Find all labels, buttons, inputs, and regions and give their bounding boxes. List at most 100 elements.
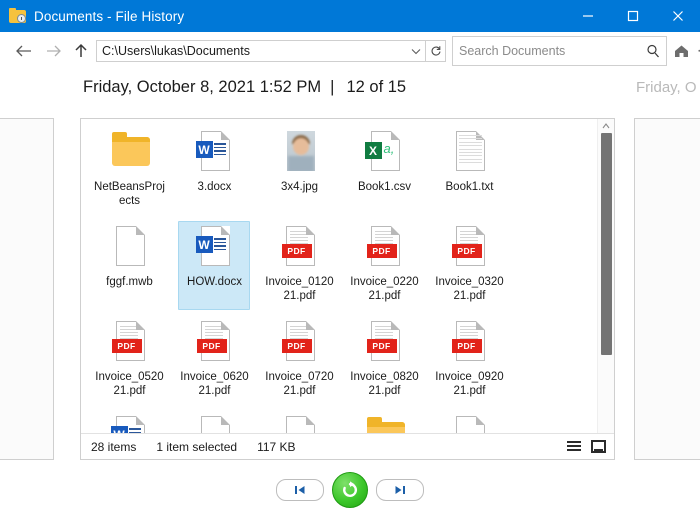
file-item[interactable]: NetBeansProjects — [87, 125, 172, 220]
next-version-date: Friday, O — [636, 79, 697, 96]
search-icon[interactable] — [640, 44, 666, 58]
file-item[interactable]: W 3.docx — [172, 125, 257, 220]
restore-icon[interactable] — [332, 472, 368, 508]
file-item[interactable]: Main_key.jks — [257, 410, 342, 433]
details-view-icon[interactable] — [562, 436, 586, 458]
csv-marker: a, — [384, 141, 395, 156]
file-name: Invoice_082021.pdf — [348, 371, 422, 398]
file-name: HOW.docx — [178, 276, 252, 290]
vertical-scrollbar[interactable] — [597, 119, 614, 433]
file-name: Book1.txt — [433, 181, 507, 195]
file-item[interactable]: Wjpg.docx — [87, 410, 172, 433]
blank-document-icon — [456, 416, 485, 433]
title-bar: Documents - File History — [0, 0, 700, 32]
file-icon-box: PDF — [276, 319, 324, 367]
refresh-icon[interactable] — [426, 40, 446, 62]
pdf-badge: PDF — [452, 244, 482, 258]
address-bar[interactable]: C:\Users\lukas\Documents — [96, 40, 426, 62]
file-item[interactable]: PDF Invoice_072021.pdf — [257, 315, 342, 410]
back-arrow-icon[interactable] — [8, 36, 38, 66]
selection-status: 1 item selected — [156, 440, 237, 454]
file-item[interactable]: Book1.txt — [427, 125, 512, 220]
next-version-icon[interactable] — [376, 479, 424, 501]
folder-icon — [367, 422, 405, 433]
file-name: Book1.csv — [348, 181, 422, 195]
forward-arrow-icon[interactable] — [38, 36, 68, 66]
file-icon-box: PDF — [106, 319, 154, 367]
word-badge: W — [196, 236, 213, 253]
scrollbar-thumb[interactable] — [601, 133, 612, 355]
file-item[interactable]: Xa, Book1.csv — [342, 125, 427, 220]
file-icon-box — [276, 129, 324, 177]
search-placeholder: Search Documents — [453, 44, 640, 58]
scroll-up-arrow-icon[interactable] — [598, 119, 614, 133]
file-icon-box — [106, 224, 154, 272]
selection-size: 117 KB — [257, 440, 295, 454]
file-name: Invoice_032021.pdf — [433, 276, 507, 303]
file-item[interactable] — [427, 410, 512, 433]
file-item[interactable]: PDF Invoice_092021.pdf — [427, 315, 512, 410]
version-date-line: Friday, October 8, 2021 1:52 PM|12 of 15 — [83, 78, 406, 97]
address-value: C:\Users\lukas\Documents — [97, 44, 407, 58]
chevron-down-icon[interactable] — [407, 48, 425, 55]
file-item[interactable]: PDF Invoice_052021.pdf — [87, 315, 172, 410]
status-bar: 28 items 1 item selected 117 KB — [81, 433, 614, 459]
file-grid-wrapper: NetBeansProjects W 3.docx 3x4.jpg Xa, Book1.c… — [81, 119, 614, 433]
file-icon-box: W — [106, 414, 154, 433]
version-date: Friday, October 8, 2021 1:52 PM — [83, 78, 321, 96]
large-icons-view-icon[interactable] — [586, 436, 610, 458]
blank-document-icon — [116, 226, 145, 266]
file-icon-box — [191, 414, 239, 433]
file-item[interactable]: Key-2021.jks — [172, 410, 257, 433]
file-icon-box: PDF — [361, 319, 409, 367]
file-name: Invoice_092021.pdf — [433, 371, 507, 398]
version-stage: NetBeansProjects W 3.docx 3x4.jpg Xa, Book1.c… — [0, 114, 700, 468]
file-item[interactable]: PDFInvoice_022021.pdf — [342, 220, 427, 315]
file-icon-box — [106, 129, 154, 177]
item-count: 28 items — [91, 440, 136, 454]
header-separator: | — [330, 78, 334, 96]
file-item[interactable]: PDF Invoice_062021.pdf — [172, 315, 257, 410]
file-item[interactable]: PDF Invoice_032021.pdf — [427, 220, 512, 315]
next-version-panel[interactable] — [634, 118, 700, 460]
pdf-badge: PDF — [367, 339, 397, 353]
file-name: 3.docx — [178, 181, 252, 195]
blank-document-icon — [201, 416, 230, 433]
excel-badge: X — [365, 142, 382, 159]
file-icon-box — [276, 414, 324, 433]
pdf-badge: PDF — [112, 339, 142, 353]
current-version-panel: NetBeansProjects W 3.docx 3x4.jpg Xa, Book1.c… — [80, 118, 615, 460]
file-name: Invoice_062021.pdf — [178, 371, 252, 398]
toolbar-actions — [671, 41, 700, 61]
file-icon-box: Xa, — [361, 129, 409, 177]
file-name: Invoice_052021.pdf — [93, 371, 167, 398]
previous-version-icon[interactable] — [276, 479, 324, 501]
word-badge: W — [111, 426, 128, 433]
file-item[interactable]: PDFInvoice_012021.pdf — [257, 220, 342, 315]
window-title: Documents - File History — [34, 9, 184, 24]
maximize-icon[interactable] — [610, 0, 655, 32]
file-icon-box: W — [191, 224, 239, 272]
file-item[interactable] — [342, 410, 427, 433]
previous-version-panel[interactable] — [0, 118, 54, 460]
file-item[interactable]: W HOW.docx — [172, 220, 257, 315]
file-item[interactable]: fggf.mwb — [87, 220, 172, 315]
home-icon[interactable] — [671, 41, 691, 61]
pdf-badge: PDF — [197, 339, 227, 353]
file-icon-box: W — [191, 129, 239, 177]
minimize-icon[interactable] — [565, 0, 610, 32]
search-input[interactable]: Search Documents — [452, 36, 667, 66]
file-item[interactable]: 3x4.jpg — [257, 125, 342, 220]
version-navigation — [0, 468, 700, 512]
navigation-toolbar: C:\Users\lukas\Documents Search Document… — [0, 32, 700, 70]
file-name: 3x4.jpg — [263, 181, 337, 195]
close-icon[interactable] — [655, 0, 700, 32]
up-arrow-icon[interactable] — [68, 36, 94, 66]
file-name: fggf.mwb — [93, 276, 167, 290]
file-name: Invoice_072021.pdf — [263, 371, 337, 398]
pdf-badge: PDF — [282, 244, 312, 258]
gear-icon[interactable] — [694, 41, 700, 61]
file-icon-box: PDF — [446, 319, 494, 367]
file-item[interactable]: PDF Invoice_082021.pdf — [342, 315, 427, 410]
folder-clock-icon — [9, 7, 27, 25]
